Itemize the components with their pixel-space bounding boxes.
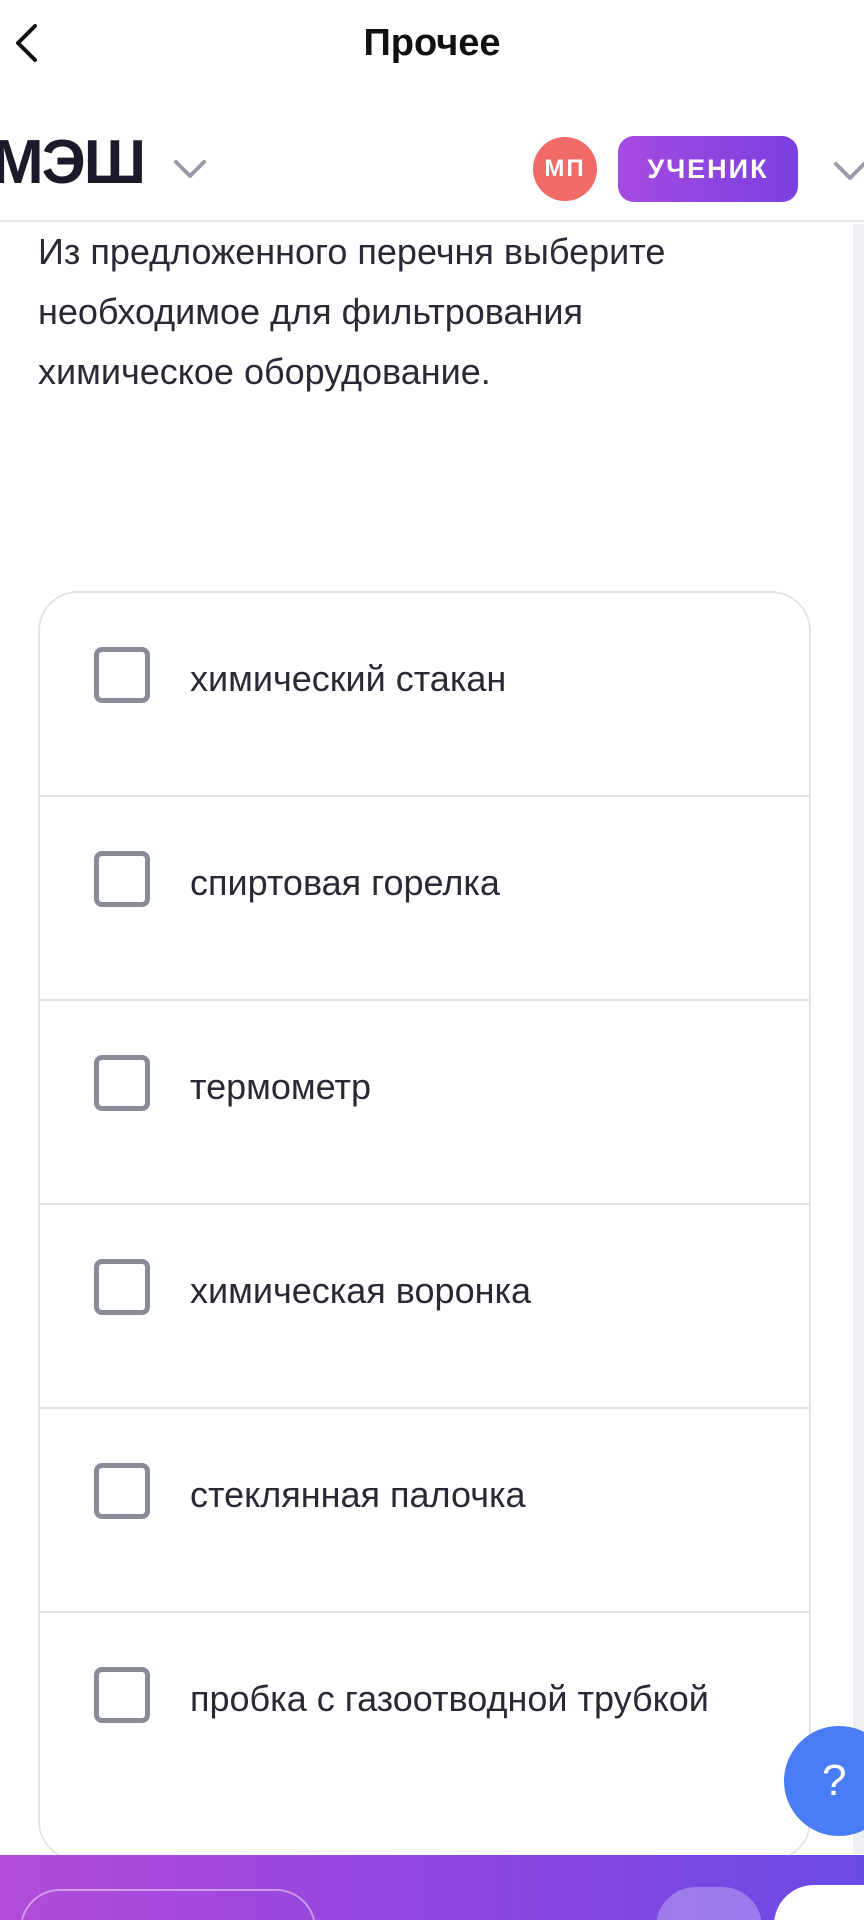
- option-item[interactable]: спиртовая горелка: [40, 797, 809, 1001]
- avatar[interactable]: МП: [533, 137, 597, 201]
- option-item[interactable]: стеклянная палочка: [40, 1409, 809, 1613]
- option-item[interactable]: пробка с газоотводной трубкой: [40, 1613, 809, 1817]
- scrollbar-track[interactable]: [853, 224, 864, 1854]
- checkbox[interactable]: [94, 1667, 150, 1723]
- option-item[interactable]: химический стакан: [40, 593, 809, 797]
- checkbox[interactable]: [94, 1463, 150, 1519]
- action-button[interactable]: [656, 1887, 762, 1920]
- secondary-action-button[interactable]: [20, 1889, 316, 1920]
- primary-action-button[interactable]: [774, 1885, 864, 1920]
- chevron-down-icon[interactable]: [830, 156, 864, 186]
- option-label: химический стакан: [190, 658, 507, 699]
- option-label: стеклянная палочка: [190, 1474, 526, 1515]
- bottom-action-bar: [0, 1855, 864, 1920]
- checkbox[interactable]: [94, 1259, 150, 1315]
- app-logo[interactable]: МЭШ: [0, 132, 146, 194]
- question-mark-icon: ?: [822, 1756, 847, 1805]
- checkbox[interactable]: [94, 851, 150, 907]
- role-badge[interactable]: УЧЕНИК: [618, 136, 798, 202]
- page-title: Прочее: [363, 22, 501, 64]
- top-nav-bar: Прочее: [0, 0, 864, 90]
- option-label: спиртовая горелка: [190, 862, 500, 903]
- checkbox[interactable]: [94, 647, 150, 703]
- option-item[interactable]: термометр: [40, 1001, 809, 1205]
- option-label: пробка с газоотводной трубкой: [190, 1678, 709, 1719]
- question-text: Из предложенного перечня выберите необхо…: [38, 231, 666, 392]
- chevron-down-icon[interactable]: [170, 154, 210, 184]
- checkbox[interactable]: [94, 1055, 150, 1111]
- option-label: термометр: [190, 1066, 371, 1107]
- option-item[interactable]: химическая воронка: [40, 1205, 809, 1409]
- option-label: химическая воронка: [190, 1270, 532, 1311]
- options-card: химический стакан спиртовая горелка терм…: [38, 591, 811, 1861]
- app-header: МЭШ МП УЧЕНИК: [0, 110, 864, 222]
